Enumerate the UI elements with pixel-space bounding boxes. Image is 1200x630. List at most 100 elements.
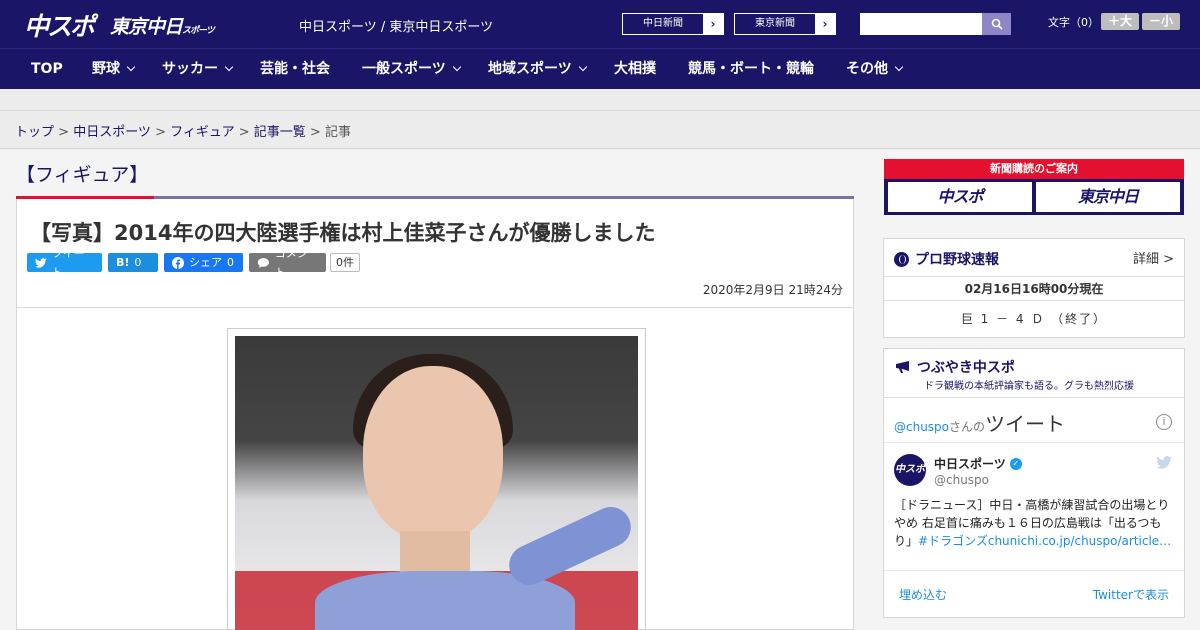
timeline-title: @chuspoさんのツイート xyxy=(894,408,1065,437)
article-photo[interactable] xyxy=(235,336,638,630)
tokyo-shimbun-button[interactable]: 東京新聞 › xyxy=(734,13,836,35)
breadcrumb-sep: > xyxy=(150,125,171,140)
tweet-button[interactable]: ツイート xyxy=(27,247,102,279)
chunichi-shimbun-label: 中日新聞 xyxy=(643,18,683,29)
tokyo-shimbun-label: 東京新聞 xyxy=(755,18,795,29)
nav-item-sumo[interactable]: 大相撲 xyxy=(614,49,656,90)
account-name-text: 中日スポーツ xyxy=(934,457,1006,471)
breadcrumb-current: 記事 xyxy=(324,125,351,140)
timeline-footer-divider xyxy=(884,570,1184,571)
article-card: 【写真】2014年の四大陸選手権は村上佳菜子さんが優勝しました ツイート B! … xyxy=(16,199,854,630)
article-photo-frame xyxy=(227,328,646,630)
nav-item-entertainment[interactable]: 芸能・社会 xyxy=(260,49,330,90)
chevron-right-icon: › xyxy=(703,14,723,34)
baseball-divider xyxy=(884,276,1184,277)
hatena-count: 0 xyxy=(134,256,142,269)
chevron-down-icon xyxy=(578,62,587,72)
view-on-twitter-link[interactable]: Twitterで表示 xyxy=(1093,586,1169,603)
baseball-details-link[interactable]: 詳細 > xyxy=(1133,248,1174,267)
chunichi-shimbun-button[interactable]: 中日新聞 › xyxy=(622,13,724,35)
subscription-banner-title: 新聞購読のご案内 xyxy=(884,159,1184,179)
subscription-tokyo-chunichi[interactable]: 東京中日 xyxy=(1036,182,1180,212)
search-input[interactable] xyxy=(860,13,982,35)
timeline-san-no: さんの xyxy=(949,420,986,434)
tokyo-chunichi-logo[interactable]: 東京中日スポーツ xyxy=(110,12,215,39)
twitter-timeline: @chuspoさんのツイート i 中スポ 中日スポーツ ✓ @chuspo ［ド… xyxy=(884,397,1184,619)
baseball-timestamp: 02月16日16時00分現在 xyxy=(964,282,1104,296)
tweet-label: ツイート xyxy=(51,246,85,279)
baseball-score[interactable]: 巨 1 － 4 Ｄ （終了） xyxy=(884,310,1184,327)
font-decrease-button[interactable]: －小 xyxy=(1142,13,1180,30)
tweet-link[interactable]: chunichi.co.jp/chuspo/article… xyxy=(988,534,1171,548)
font-increase-button[interactable]: ＋大 xyxy=(1101,13,1139,30)
nav-item-top[interactable]: TOP xyxy=(31,49,63,90)
nav-item-soccer[interactable]: サッカー xyxy=(162,49,234,90)
timeline-divider xyxy=(884,442,1184,443)
baseball-icon xyxy=(894,251,909,267)
nav-label: TOP xyxy=(31,61,63,77)
nav-item-other[interactable]: その他 xyxy=(846,49,904,90)
tweet-account-name[interactable]: 中日スポーツ ✓ xyxy=(934,455,1022,472)
article-divider xyxy=(17,307,853,308)
avatar[interactable]: 中スポ xyxy=(894,454,926,486)
nav-label: その他 xyxy=(846,61,888,77)
twitter-bird-icon[interactable] xyxy=(1156,456,1172,469)
facebook-count: 0 xyxy=(227,256,234,269)
subscription-banner[interactable]: 新聞購読のご案内 中スポ 東京中日 xyxy=(884,159,1184,215)
nav-item-local-sports[interactable]: 地域スポーツ xyxy=(488,49,587,90)
breadcrumb-article-list[interactable]: 記事一覧 xyxy=(254,125,306,140)
breadcrumb-bar: トップ > 中日スポーツ > フィギュア > 記事一覧 > 記事 xyxy=(0,111,1200,149)
font-size-label: 文字（0） xyxy=(1048,16,1099,29)
tokyo-logo-text: 東京中日 xyxy=(110,16,183,38)
verified-badge-icon: ✓ xyxy=(1009,457,1022,470)
breadcrumb-top[interactable]: トップ xyxy=(15,125,54,140)
nav-label: 芸能・社会 xyxy=(260,61,330,77)
nav-label: 野球 xyxy=(92,61,120,77)
search-button[interactable] xyxy=(982,13,1011,35)
hatena-bookmark-button[interactable]: B! 0 xyxy=(108,253,158,272)
site-links[interactable]: 中日スポーツ / 東京中日スポーツ xyxy=(299,16,493,35)
tokyo-logo-small: スポーツ xyxy=(182,26,215,36)
tweets-widget-title: つぶやき中スポ xyxy=(916,360,1015,376)
comment-count: 0件 xyxy=(330,253,360,272)
main-nav: TOP 野球 サッカー 芸能・社会 一般スポーツ 地域スポーツ 大相撲 競馬・ボ… xyxy=(0,48,1200,89)
embed-link[interactable]: 埋め込む xyxy=(899,586,947,603)
facebook-share-button[interactable]: シェア 0 xyxy=(164,253,243,272)
chuspo-logo[interactable]: 中スポ xyxy=(24,7,95,43)
megaphone-icon xyxy=(896,361,909,373)
facebook-icon xyxy=(172,256,184,269)
subscription-chuspo[interactable]: 中スポ xyxy=(888,182,1032,212)
nav-item-general-sports[interactable]: 一般スポーツ xyxy=(362,49,461,90)
sub-strip xyxy=(0,89,1200,111)
nav-label: 大相撲 xyxy=(614,61,656,77)
timeline-tweet-word: ツイート xyxy=(985,412,1066,436)
photo-face xyxy=(363,366,503,541)
chevron-down-icon xyxy=(224,62,234,72)
info-icon[interactable]: i xyxy=(1156,414,1172,430)
breadcrumb-figure[interactable]: フィギュア xyxy=(170,125,234,140)
comment-bubble-icon xyxy=(257,257,269,268)
tweets-widget-subtitle: ドラ観戦の本紙評論家も語る。グラも熱烈応援 xyxy=(924,381,1134,392)
breadcrumb: トップ > 中日スポーツ > フィギュア > 記事一覧 > 記事 xyxy=(15,121,351,140)
hatena-label: B! xyxy=(116,256,130,269)
facebook-label: シェア xyxy=(189,256,222,269)
breadcrumb-chunichi-sports[interactable]: 中日スポーツ xyxy=(73,125,151,140)
tweet-text: ［ドラニュース］中日・高橋が練習試合の出場とりやめ 右足首に痛みも１６日の広島戦… xyxy=(894,496,1176,550)
nav-item-baseball[interactable]: 野球 xyxy=(92,49,136,90)
tweets-widget: つぶやき中スポ ドラ観戦の本紙評論家も語る。グラも熱烈応援 @chuspoさんの… xyxy=(883,348,1185,618)
nav-label: 競馬・ボート・競輪 xyxy=(688,61,814,77)
comment-button[interactable]: コメント xyxy=(249,247,326,279)
tweet-account-handle[interactable]: @chuspo xyxy=(934,473,989,487)
search-icon xyxy=(991,18,1003,30)
timeline-handle[interactable]: @chuspo xyxy=(894,420,949,434)
article-title: 【写真】2014年の四大陸選手権は村上佳菜子さんが優勝しました xyxy=(30,221,656,245)
share-bar: ツイート B! 0 シェア 0 コメント 0件 xyxy=(27,247,360,279)
breadcrumb-sep: > xyxy=(54,125,74,140)
twitter-bird-icon xyxy=(35,257,47,268)
nav-label: 一般スポーツ xyxy=(362,61,446,77)
nav-label: 地域スポーツ xyxy=(488,61,572,77)
tweet-hashtag[interactable]: #ドラゴンズ xyxy=(918,534,988,548)
nav-item-racing[interactable]: 競馬・ボート・競輪 xyxy=(688,49,814,90)
publish-date: 2020年2月9日 21時24分 xyxy=(702,283,843,297)
breadcrumb-sep: > xyxy=(234,125,254,140)
